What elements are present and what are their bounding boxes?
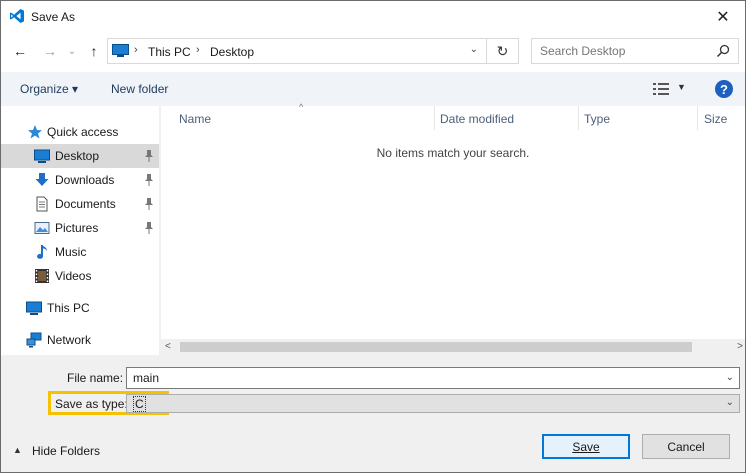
file-list[interactable]: ^ Name Date modified Type Size No items … <box>161 102 745 355</box>
network-icon <box>26 332 42 348</box>
view-options-icon[interactable] <box>653 83 669 95</box>
title-bar: Save As ✕ <box>1 1 745 32</box>
file-name-input[interactable]: main ⌄ <box>126 367 740 389</box>
pin-icon <box>145 198 153 210</box>
sidebar-item-label: Pictures <box>55 221 99 235</box>
computer-icon <box>26 301 42 315</box>
sidebar-item-label: Downloads <box>55 173 115 187</box>
desktop-icon <box>112 44 129 57</box>
sidebar-item-videos[interactable]: Videos <box>1 264 159 288</box>
cancel-button[interactable]: Cancel <box>642 434 730 459</box>
sidebar-item-music[interactable]: Music <box>1 240 159 264</box>
help-icon[interactable]: ? <box>715 80 733 98</box>
breadcrumb-separator: › <box>196 44 200 56</box>
navigation-bar: ← → ⌄ ↑ › This PC › Desktop ⌄ ↻ <box>1 32 745 72</box>
download-icon <box>35 173 49 186</box>
new-folder-button[interactable]: New folder <box>111 82 168 96</box>
pin-icon <box>145 174 153 186</box>
pin-icon <box>145 222 153 234</box>
horizontal-scrollbar[interactable]: < > <box>161 339 745 355</box>
recent-locations-button[interactable]: ⌄ <box>63 42 81 60</box>
save-type-select[interactable]: C ⌄ <box>126 394 740 413</box>
column-header-name[interactable]: Name <box>179 112 211 134</box>
column-header-date-modified[interactable]: Date modified <box>440 112 514 134</box>
navigation-pane: Quick access Desktop Downloads Documents… <box>1 106 159 355</box>
chevron-down-icon: ⌄ <box>67 45 77 57</box>
back-arrow-icon: ← <box>13 43 27 59</box>
column-header-size[interactable]: Size <box>704 112 727 134</box>
document-icon <box>36 196 48 212</box>
up-button[interactable]: ↑ <box>85 42 103 60</box>
star-icon <box>28 125 42 139</box>
sidebar-item-label: Network <box>47 333 92 347</box>
vscode-icon <box>10 9 24 23</box>
sidebar-item-label: Documents <box>55 197 116 211</box>
sort-ascending-icon: ^ <box>299 102 304 112</box>
search-icon <box>716 44 730 58</box>
window-title: Save As <box>31 10 76 24</box>
close-icon: ✕ <box>716 8 730 26</box>
hide-folders-button[interactable]: Hide Folders <box>32 444 100 458</box>
refresh-icon: ↻ <box>496 42 509 59</box>
sidebar-item-label: This PC <box>47 301 90 315</box>
file-name-value: main <box>133 371 160 385</box>
organize-menu[interactable]: Organize ▾ <box>20 82 78 96</box>
empty-message: No items match your search. <box>376 146 530 160</box>
pin-icon <box>145 150 153 162</box>
scroll-right-icon[interactable]: > <box>737 341 743 352</box>
column-divider[interactable] <box>578 106 579 130</box>
sidebar-item-label: Desktop <box>55 149 100 163</box>
sidebar-item-label: Music <box>55 245 87 259</box>
music-icon <box>37 245 47 259</box>
scroll-left-icon[interactable]: < <box>165 341 171 352</box>
breadcrumb-this-pc[interactable]: This PC <box>148 45 191 59</box>
sidebar-item-this-pc[interactable]: This PC <box>1 296 159 320</box>
save-button-label: Save <box>572 439 600 454</box>
back-button[interactable]: ← <box>11 42 29 60</box>
save-form: File name: main ⌄ Save as type: C ⌄ ▲ Hi… <box>1 355 745 472</box>
address-dropdown-icon[interactable]: ⌄ <box>470 44 478 55</box>
search-input[interactable] <box>540 43 710 59</box>
refresh-button[interactable]: ↻ <box>487 38 519 64</box>
close-button[interactable]: ✕ <box>701 1 745 32</box>
chevron-down-icon[interactable]: ⌄ <box>726 372 734 383</box>
search-box[interactable] <box>531 38 739 64</box>
column-divider[interactable] <box>434 106 435 130</box>
forward-button[interactable]: → <box>41 42 59 60</box>
breadcrumb-desktop[interactable]: Desktop <box>210 45 254 59</box>
file-name-label: File name: <box>67 371 124 385</box>
sidebar-item-pictures[interactable]: Pictures <box>1 216 159 240</box>
collapse-up-icon[interactable]: ▲ <box>13 445 22 455</box>
forward-arrow-icon: → <box>43 43 57 59</box>
sidebar-item-network[interactable]: Network <box>1 328 159 352</box>
cancel-button-label: Cancel <box>667 439 705 454</box>
column-divider[interactable] <box>697 106 698 130</box>
breadcrumb-separator: › <box>134 44 138 56</box>
video-icon <box>35 269 49 283</box>
save-type-value: C <box>133 396 146 412</box>
sidebar-item-desktop[interactable]: Desktop <box>1 144 159 168</box>
sidebar-item-label: Videos <box>55 269 92 283</box>
desktop-icon <box>34 149 50 163</box>
chevron-down-icon[interactable]: ⌄ <box>726 397 734 408</box>
save-button[interactable]: Save <box>542 434 630 459</box>
scrollbar-thumb[interactable] <box>180 342 692 352</box>
picture-icon <box>34 222 50 234</box>
sidebar-item-documents[interactable]: Documents <box>1 192 159 216</box>
save-as-dialog: Save As ✕ ← → ⌄ ↑ › This PC › Desktop ⌄ <box>0 0 746 473</box>
column-header-type[interactable]: Type <box>584 112 610 134</box>
save-type-label: Save as type: <box>55 397 128 411</box>
up-arrow-icon: ↑ <box>90 43 98 59</box>
sidebar-item-downloads[interactable]: Downloads <box>1 168 159 192</box>
view-dropdown-icon[interactable]: ▼ <box>677 82 686 92</box>
command-toolbar: Organize ▾ New folder ▼ ? <box>1 72 745 106</box>
sidebar-item-quick-access[interactable]: Quick access <box>1 120 159 144</box>
sidebar-item-label: Quick access <box>47 125 119 139</box>
address-bar[interactable]: › This PC › Desktop ⌄ <box>107 38 487 64</box>
